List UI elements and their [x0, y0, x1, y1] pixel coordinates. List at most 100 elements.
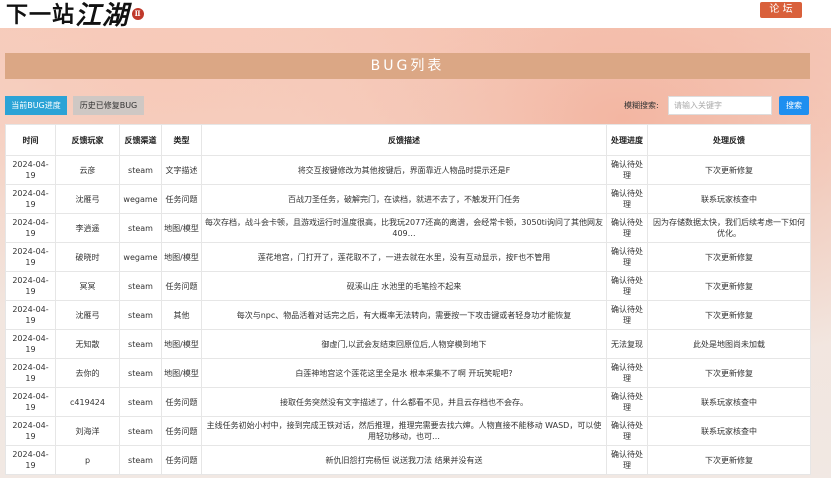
tab-current-bugs[interactable]: 当前BUG进度: [5, 96, 67, 115]
feedback-cell: 下次更新修复: [647, 358, 811, 388]
logo-text-main: 江湖: [75, 0, 130, 31]
type-cell: 任务问题: [161, 416, 202, 446]
description-cell: 每次存档，战斗会卡顿，且游戏运行时温度很高，比我玩2077还高的离谱，会经常卡顿…: [201, 213, 607, 243]
channel-cell: steam: [119, 155, 162, 185]
time-cell: 2024-04-19: [5, 155, 56, 185]
feedback-cell: 联系玩家核查中: [647, 416, 811, 446]
table-row: 2024-04-19 无知散 steam 地图/模型 御虚门,以武会友结束回原位后,人物…: [5, 329, 811, 359]
table-row: 2024-04-19 李逍遥 steam 地图/模型 每次存档，战斗会卡顿，且游戏运行时…: [5, 213, 811, 243]
type-cell: 任务问题: [161, 387, 202, 417]
type-cell: 任务问题: [161, 184, 202, 214]
description-cell: 砚溪山庄 水池里的毛笔捡不起来: [201, 271, 607, 301]
table-row: 2024-04-19 去你的 steam 地图/模型 白莲神地宫这个莲花这里全是水 根本…: [5, 358, 811, 388]
description-cell: 新仇旧怨打完杨恒 说送我刀法 结果并没有送: [201, 445, 607, 475]
search-label: 模糊搜索:: [624, 101, 659, 110]
top-bar: 下一站 江湖 Ⅱ 论 坛: [0, 0, 831, 31]
progress-cell: 确认待处理: [606, 358, 648, 388]
table-row: 2024-04-19 刘海洋 steam 任务问题 主线任务初始小村中，接到完成王铁对话…: [5, 416, 811, 446]
table-row: 2024-04-19 沈雁弓 steam 其他 每次与npc、物品活着对话完之后，有大概…: [5, 300, 811, 330]
column-header-type: 类型: [161, 124, 202, 156]
bug-table: 时间 反馈玩家 反馈渠道 类型 反馈描述 处理进度 处理反馈 2024-04-1…: [5, 124, 811, 475]
player-cell: 无知散: [55, 329, 120, 359]
column-header-player: 反馈玩家: [55, 124, 120, 156]
progress-cell: 确认待处理: [606, 387, 648, 417]
feedback-cell: 此处是地图尚未加载: [647, 329, 811, 359]
player-cell: 沈雁弓: [55, 184, 120, 214]
table-row: 2024-04-19 云彦 steam 文字描述 将交互按键修改为其他按键后，界面靠近人…: [5, 155, 811, 185]
player-cell: 冥冥: [55, 271, 120, 301]
player-cell: 去你的: [55, 358, 120, 388]
feedback-cell: 下次更新修复: [647, 155, 811, 185]
feedback-cell: 下次更新修复: [647, 445, 811, 475]
feedback-cell: 下次更新修复: [647, 271, 811, 301]
type-cell: 文字描述: [161, 155, 202, 185]
player-cell: 云彦: [55, 155, 120, 185]
channel-cell: steam: [119, 445, 162, 475]
player-cell: 李逍遥: [55, 213, 120, 243]
channel-cell: steam: [119, 329, 162, 359]
page-title: BUG列表: [5, 53, 810, 79]
type-cell: 地图/模型: [161, 329, 202, 359]
description-cell: 百战刀圣任务，破解完门，在读档，就进不去了，不触发开门任务: [201, 184, 607, 214]
time-cell: 2024-04-19: [5, 329, 56, 359]
search-input[interactable]: [668, 96, 772, 115]
progress-cell: 确认待处理: [606, 445, 648, 475]
feedback-cell: 因为存储数据太快，我们后续考虑一下如何优化。: [647, 213, 811, 243]
type-cell: 任务问题: [161, 271, 202, 301]
description-cell: 莲花地宫，门打开了，莲花取不了，一进去就在水里，没有互动显示，按F也不管用: [201, 242, 607, 272]
description-cell: 每次与npc、物品活着对话完之后，有大概率无法转向，需要按一下攻击键或者轻身功才…: [201, 300, 607, 330]
progress-cell: 确认待处理: [606, 184, 648, 214]
channel-cell: steam: [119, 416, 162, 446]
tab-fixed-bugs[interactable]: 历史已修复BUG: [73, 96, 144, 115]
channel-cell: steam: [119, 387, 162, 417]
progress-cell: 确认待处理: [606, 416, 648, 446]
type-cell: 其他: [161, 300, 202, 330]
time-cell: 2024-04-19: [5, 358, 56, 388]
time-cell: 2024-04-19: [5, 445, 56, 475]
game-logo[interactable]: 下一站 江湖 Ⅱ: [6, 0, 145, 31]
type-cell: 任务问题: [161, 445, 202, 475]
progress-cell: 确认待处理: [606, 271, 648, 301]
type-cell: 地图/模型: [161, 213, 202, 243]
channel-cell: wegame: [119, 184, 162, 214]
column-header-progress: 处理进度: [606, 124, 648, 156]
table-header-row: 时间 反馈玩家 反馈渠道 类型 反馈描述 处理进度 处理反馈: [5, 124, 811, 156]
table-row: 2024-04-19 沈雁弓 wegame 任务问题 百战刀圣任务，破解完门，在读档，就…: [5, 184, 811, 214]
type-cell: 地图/模型: [161, 242, 202, 272]
table-row: 2024-04-19 c419424 steam 任务问题 接取任务突然没有文字描述了，…: [5, 387, 811, 417]
progress-cell: 确认待处理: [606, 300, 648, 330]
progress-cell: 确认待处理: [606, 213, 648, 243]
description-cell: 御虚门,以武会友结束回原位后,人物穿模到地下: [201, 329, 607, 359]
player-cell: 沈雁弓: [55, 300, 120, 330]
player-cell: c419424: [55, 387, 120, 417]
time-cell: 2024-04-19: [5, 242, 56, 272]
progress-cell: 无法复现: [606, 329, 648, 359]
type-cell: 地图/模型: [161, 358, 202, 388]
feedback-cell: 下次更新修复: [647, 242, 811, 272]
description-cell: 主线任务初始小村中，接到完成王铁对话，然后推理，推理完需要去找六婶。人物直接不能…: [201, 416, 607, 446]
logo-seal-icon: Ⅱ: [132, 8, 145, 20]
forum-button[interactable]: 论 坛: [760, 2, 802, 18]
feedback-cell: 联系玩家核查中: [647, 184, 811, 214]
table-row: 2024-04-19 p steam 任务问题 新仇旧怨打完杨恒 说送我刀法 结果并没有…: [5, 445, 811, 475]
channel-cell: steam: [119, 300, 162, 330]
time-cell: 2024-04-19: [5, 213, 56, 243]
column-header-feedback: 处理反馈: [647, 124, 811, 156]
time-cell: 2024-04-19: [5, 300, 56, 330]
channel-cell: wegame: [119, 242, 162, 272]
description-cell: 接取任务突然没有文字描述了，什么都看不见，并且云存档也不会存。: [201, 387, 607, 417]
search-button[interactable]: 搜索: [779, 96, 809, 115]
table-row: 2024-04-19 破晓时 wegame 地图/模型 莲花地宫，门打开了，莲花取不了，…: [5, 242, 811, 272]
logo-text-prefix: 下一站: [6, 2, 76, 28]
channel-cell: steam: [119, 358, 162, 388]
time-cell: 2024-04-19: [5, 184, 56, 214]
time-cell: 2024-04-19: [5, 416, 56, 446]
time-cell: 2024-04-19: [5, 271, 56, 301]
progress-cell: 确认待处理: [606, 242, 648, 272]
table-row: 2024-04-19 冥冥 steam 任务问题 砚溪山庄 水池里的毛笔捡不起来 确认待处…: [5, 271, 811, 301]
description-cell: 白莲神地宫这个莲花这里全是水 根本采集不了啊 开玩笑呢吧?: [201, 358, 607, 388]
column-header-description: 反馈描述: [201, 124, 607, 156]
channel-cell: steam: [119, 213, 162, 243]
column-header-time: 时间: [5, 124, 56, 156]
time-cell: 2024-04-19: [5, 387, 56, 417]
